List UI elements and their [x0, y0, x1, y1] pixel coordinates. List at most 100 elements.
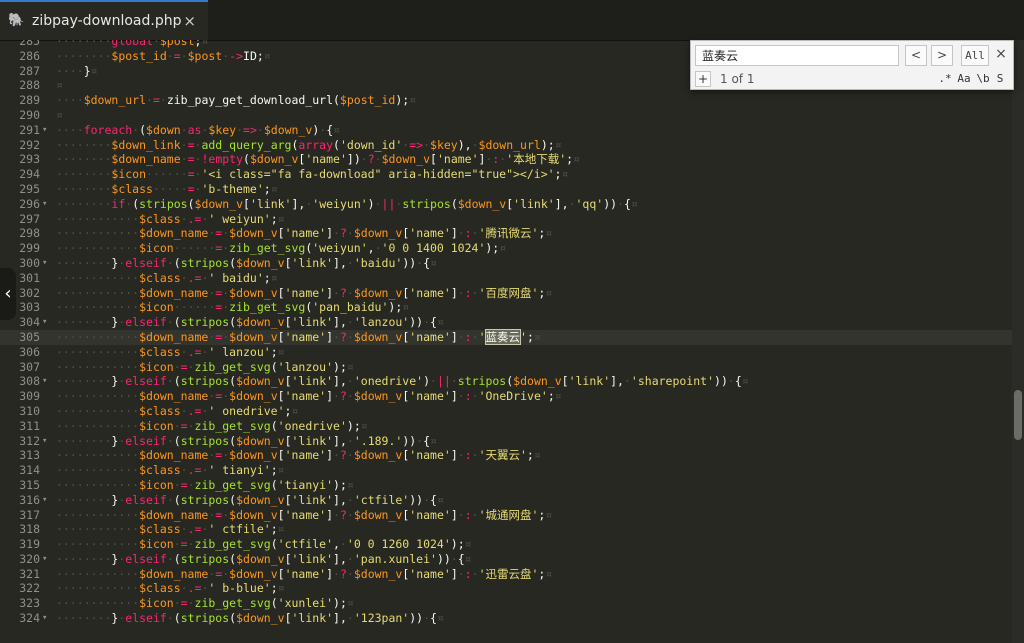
- code-token: 'lanzou': [353, 315, 410, 330]
- code-token: ]: [326, 566, 334, 581]
- tab-close-icon[interactable]: ×: [183, 12, 196, 30]
- code-line[interactable]: 308 ▾ ········}·elseif·(stripos($down_v['l…: [0, 374, 1012, 389]
- code-line[interactable]: 319 ············$icon·=·zib_get_svg('ctfi…: [0, 537, 1012, 552]
- code-line[interactable]: 321 ············$down_name·=·$down_v['nam…: [0, 567, 1012, 582]
- code-token: stripos: [180, 492, 230, 507]
- find-close-icon[interactable]: ×: [991, 45, 1011, 66]
- code-line[interactable]: 291 ▾ ····foreach·($down·as·$key·=>·$down_…: [0, 123, 1012, 138]
- code-token: '城通网盘': [478, 507, 539, 522]
- code-token: $down_v: [353, 226, 403, 241]
- code-line[interactable]: 317 ············$down_name·=·$down_v['nam…: [0, 508, 1012, 523]
- code-token: {: [734, 374, 742, 389]
- fold-chevron-icon[interactable]: ▾: [42, 256, 47, 271]
- code-token: ·: [471, 507, 479, 522]
- code-token: '<i class="fa fa-download" aria-hidden="…: [201, 167, 555, 182]
- code-line[interactable]: 292 ········$down_link·=·add_query_arg(ar…: [0, 138, 1012, 153]
- code-token: ¤: [545, 507, 553, 522]
- line-number: 293: [19, 152, 40, 167]
- code-line[interactable]: 310 ············$class·.=·' onedrive';¤: [0, 404, 1012, 419]
- line-number: 289: [19, 93, 40, 108]
- fold-chevron-icon[interactable]: ▾: [42, 434, 47, 449]
- fold-chevron-icon[interactable]: ▾: [42, 315, 47, 330]
- code-editor[interactable]: 285 ········global·$post;¤ 286 ········$pos…: [0, 40, 1012, 643]
- fold-chevron-icon[interactable]: ▾: [42, 374, 47, 389]
- code-line[interactable]: 324 ▾ ········}·elseif·(stripos($down_v['l…: [0, 611, 1012, 626]
- code-token: ¤: [533, 448, 541, 463]
- code-token: ·: [333, 285, 340, 300]
- code-line[interactable]: 293 ········$down_name·=·!empty($down_v['…: [0, 152, 1012, 167]
- code-line[interactable]: 323 ············$icon·=·zib_get_svg('xunl…: [0, 596, 1012, 611]
- line-number: 298: [19, 226, 40, 241]
- code-token: ·: [333, 226, 340, 241]
- code-token: ]: [450, 507, 458, 522]
- code-line[interactable]: 290 ¤: [0, 108, 1012, 123]
- fold-chevron-icon[interactable]: ▾: [42, 552, 47, 567]
- code-line[interactable]: 289 ····$down_url·=·zib_pay_get_download_…: [0, 93, 1012, 108]
- scrollbar-thumb[interactable]: [1014, 390, 1022, 440]
- code-token: :: [464, 566, 472, 581]
- code-token: ¤: [741, 374, 749, 389]
- code-token: 'name': [409, 285, 451, 300]
- code-token: ],: [333, 492, 347, 507]
- code-token: ·: [457, 507, 465, 522]
- code-line[interactable]: 302 ············$down_name·=·$down_v['nam…: [0, 286, 1012, 301]
- code-line[interactable]: 294 ········$icon······=·'<i class="fa fa…: [0, 167, 1012, 182]
- code-token: global: [111, 40, 153, 48]
- code-line[interactable]: 322 ············$class·.=·' b-blue';¤: [0, 581, 1012, 596]
- code-token: ·: [346, 285, 354, 300]
- find-expand-replace-button[interactable]: +: [695, 71, 711, 87]
- code-line[interactable]: 313 ············$down_name·=·$down_v['nam…: [0, 448, 1012, 463]
- code-token: elseif: [125, 433, 167, 448]
- line-number: 322: [19, 581, 40, 596]
- tab-zibpay-download[interactable]: 🐘 zibpay-download.php ×: [0, 0, 208, 40]
- in-selection-toggle[interactable]: S: [993, 71, 1007, 87]
- code-line[interactable]: 316 ▾ ········}·elseif·(stripos($down_v['l…: [0, 493, 1012, 508]
- code-token: ): [367, 196, 375, 211]
- code-line[interactable]: 311 ············$icon·=·zib_get_svg('oned…: [0, 419, 1012, 434]
- code-line[interactable]: 304 ▾ ········}·elseif·(stripos($down_v['l…: [0, 315, 1012, 330]
- code-line[interactable]: 303 ············$icon······=·zib_get_svg(…: [0, 300, 1012, 315]
- code-line[interactable]: 320 ▾ ········}·elseif·(stripos($down_v['l…: [0, 552, 1012, 567]
- vertical-scrollbar[interactable]: [1012, 40, 1024, 643]
- fold-chevron-icon[interactable]: ▾: [42, 197, 47, 212]
- code-line[interactable]: 314 ············$class·.=·' tianyi';¤: [0, 463, 1012, 478]
- code-line[interactable]: 318 ············$class·.=·' ctfile';¤: [0, 522, 1012, 537]
- code-line[interactable]: 307 ············$icon·=·zib_get_svg('lanz…: [0, 360, 1012, 375]
- code-token: 'name': [284, 285, 327, 300]
- fold-chevron-icon[interactable]: ▾: [42, 493, 47, 508]
- code-token: ¤: [270, 270, 278, 285]
- find-input[interactable]: [695, 45, 899, 66]
- code-line[interactable]: 305 ············$down_name·=·$down_v['nam…: [0, 328, 1012, 345]
- code-line[interactable]: 296 ▾ ········if·(stripos($down_v['link'],…: [0, 197, 1012, 212]
- tab-bar: 🐘 zibpay-download.php ×: [0, 0, 1024, 41]
- fold-chevron-icon[interactable]: ▾: [42, 611, 47, 626]
- sidebar-toggle-chevron-left-icon[interactable]: ‹: [0, 268, 16, 320]
- code-token: $down_v: [229, 226, 278, 241]
- code-token: ·: [166, 611, 174, 626]
- line-number: 323: [19, 596, 40, 611]
- code-token: ·: [166, 255, 174, 270]
- whole-word-toggle[interactable]: \b: [975, 71, 991, 87]
- match-case-toggle[interactable]: Aa: [955, 71, 973, 87]
- fold-chevron-icon[interactable]: ▾: [42, 123, 47, 138]
- code-line[interactable]: 301 ············$class·.=·' baidu';¤: [0, 271, 1012, 286]
- code-line[interactable]: 295 ········$class·····=·'b-theme';¤: [0, 182, 1012, 197]
- code-line[interactable]: 315 ············$icon·=·zib_get_svg('tian…: [0, 478, 1012, 493]
- code-line[interactable]: 300 ▾ ········}·elseif·(stripos($down_v['l…: [0, 256, 1012, 271]
- code-token: (: [243, 152, 250, 167]
- code-line[interactable]: 306 ············$class·.=·' lanzou';¤: [0, 345, 1012, 360]
- code-token: ·: [180, 403, 188, 418]
- code-line[interactable]: 312 ▾ ········}·elseif·(stripos($down_v['l…: [0, 434, 1012, 449]
- code-line[interactable]: 309 ············$down_name·=·$down_v['nam…: [0, 389, 1012, 404]
- code-line[interactable]: 297 ············$class·.=·' weiyun';¤: [0, 212, 1012, 227]
- code-line[interactable]: 299 ············$icon······=·zib_get_svg(…: [0, 241, 1012, 256]
- find-prev-button[interactable]: <: [905, 45, 927, 66]
- tab-title: zibpay-download.php: [32, 13, 182, 29]
- code-token: ·: [180, 122, 188, 137]
- code-token: 'baidu': [353, 255, 403, 270]
- code-line[interactable]: 298 ············$down_name·=·$down_v['nam…: [0, 226, 1012, 241]
- find-next-button[interactable]: >: [931, 45, 953, 66]
- code-token: zib_get_svg: [194, 418, 271, 433]
- find-all-button[interactable]: All: [961, 45, 989, 66]
- regex-toggle[interactable]: .*: [937, 71, 953, 87]
